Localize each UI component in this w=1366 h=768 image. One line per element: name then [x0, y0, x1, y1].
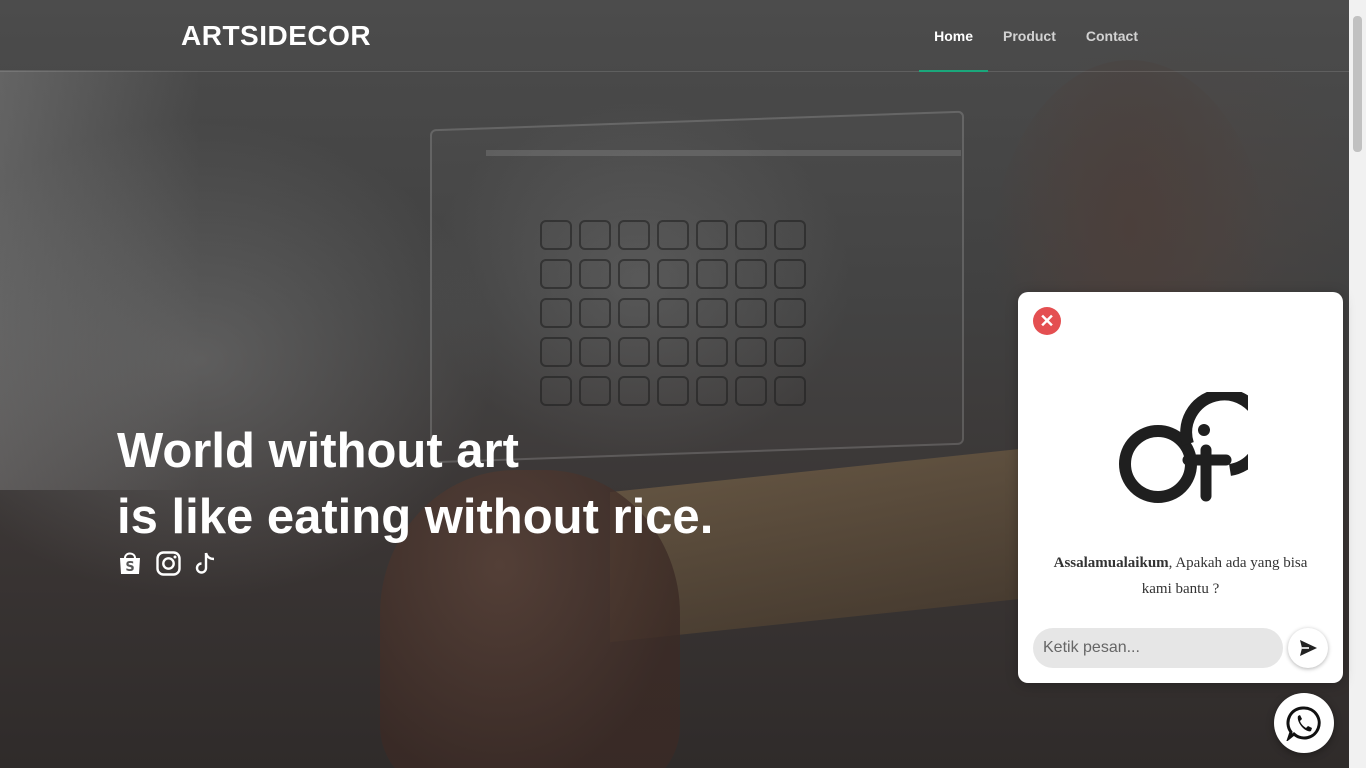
hero-line-2: is like eating without rice. — [117, 490, 714, 544]
chat-message-input[interactable] — [1033, 628, 1283, 668]
svg-text:S: S — [125, 560, 134, 575]
background-month-strip — [486, 150, 961, 186]
close-icon[interactable]: ✕ — [1033, 307, 1061, 335]
nav-contact[interactable]: Contact — [1071, 0, 1153, 72]
nav-home[interactable]: Home — [919, 0, 988, 72]
scrollbar-thumb[interactable] — [1353, 16, 1362, 152]
navbar: ARTSIDECOR Home Product Contact — [0, 0, 1349, 72]
chat-logo — [1118, 388, 1269, 512]
background-calendar-grid — [540, 220, 806, 406]
social-links: S — [117, 550, 219, 576]
send-button[interactable] — [1288, 628, 1328, 668]
whatsapp-icon — [1286, 706, 1321, 741]
brand-logo[interactable]: ARTSIDECOR — [181, 20, 371, 52]
page-scrollbar[interactable] — [1349, 0, 1366, 768]
shopee-icon[interactable]: S — [117, 550, 143, 576]
instagram-icon[interactable] — [155, 550, 181, 576]
chat-greeting-bold: Assalamualaikum — [1053, 555, 1169, 571]
nav-product[interactable]: Product — [988, 0, 1071, 72]
send-icon — [1300, 640, 1317, 656]
hero-line-1: World without art — [117, 424, 519, 478]
whatsapp-button[interactable] — [1274, 693, 1334, 753]
chat-widget: ✕ Assalamualaikum, Apakah ada yang bisa … — [1018, 292, 1343, 683]
main-nav: Home Product Contact — [919, 0, 1153, 72]
hero-headline: World without art is like eating without… — [117, 418, 713, 550]
chat-greeting: Assalamualaikum, Apakah ada yang bisa ka… — [1038, 550, 1323, 602]
tiktok-icon[interactable] — [193, 550, 219, 576]
